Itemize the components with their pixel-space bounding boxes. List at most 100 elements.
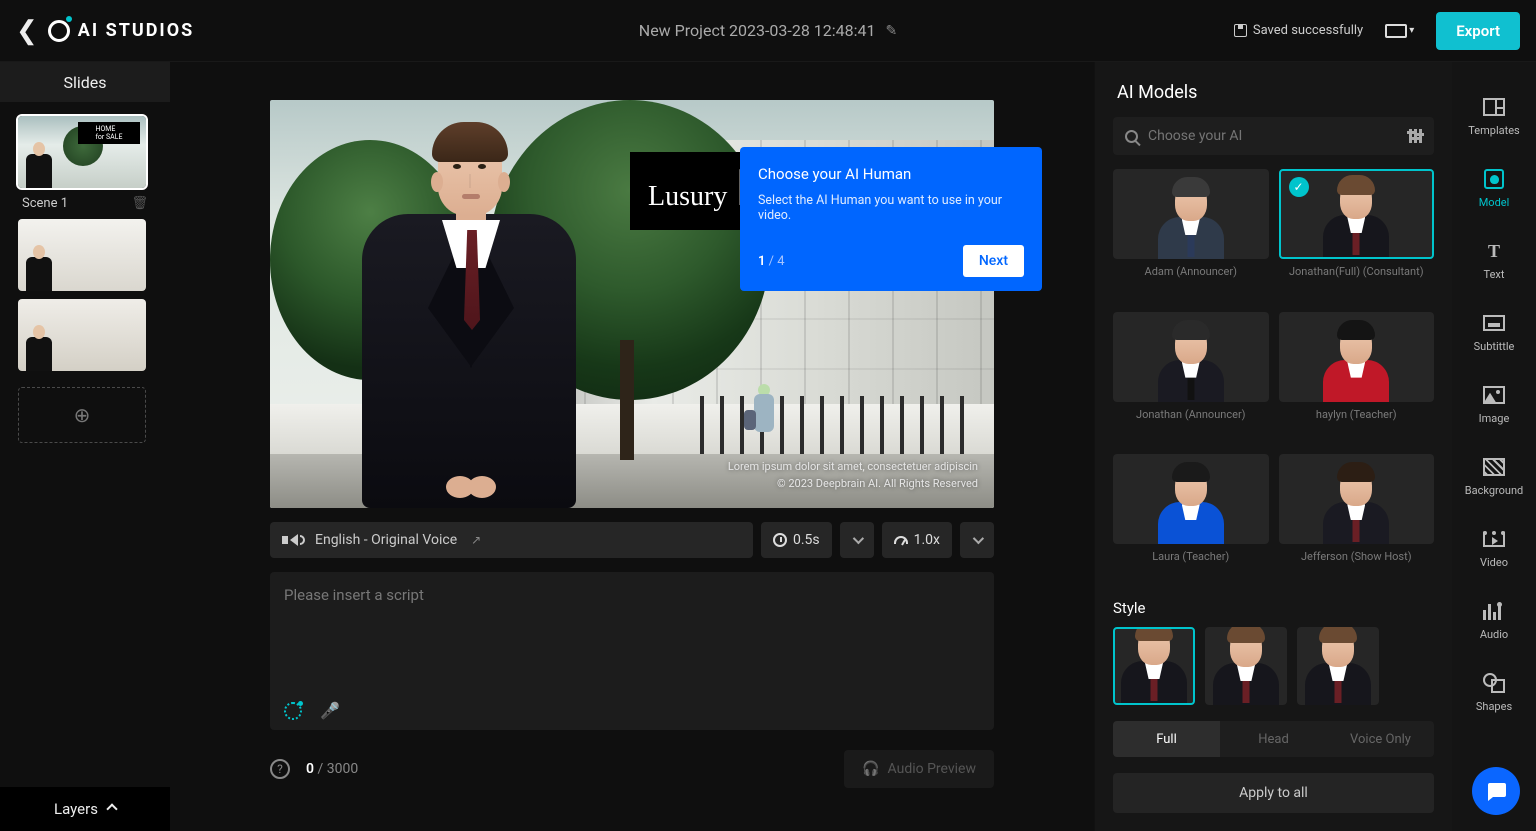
filter-icon[interactable] [1409, 129, 1422, 143]
model-card[interactable] [1113, 169, 1269, 259]
project-title: New Project 2023-03-28 12:48:41 [639, 21, 876, 40]
logo-mark-icon [48, 20, 70, 42]
segment-head[interactable]: Head [1220, 721, 1327, 757]
ai-assist-button[interactable] [284, 702, 302, 720]
tool-subtitle[interactable]: Subtittle [1461, 304, 1527, 360]
segment-full[interactable]: Full [1113, 721, 1220, 757]
style-card[interactable] [1113, 627, 1195, 705]
right-panel-title: AI Models [1095, 62, 1452, 117]
layers-label: Layers [54, 800, 98, 818]
speed-control[interactable]: 1.0x [882, 522, 952, 558]
shapes-icon [1482, 671, 1506, 695]
add-slide-button[interactable]: ⊕ [18, 387, 146, 443]
model-search-input[interactable] [1148, 128, 1399, 144]
slide-thumb-3[interactable] [18, 299, 146, 371]
save-status: Saved successfully [1234, 23, 1363, 38]
tool-label: Text [1484, 268, 1505, 281]
tool-image[interactable]: Image [1461, 376, 1527, 432]
credit-line-2: © 2023 Deepbrain AI. All Rights Reserved [728, 476, 978, 493]
search-icon [1125, 130, 1138, 143]
gauge-icon [894, 536, 908, 544]
character-count: 0 / 3000 [306, 761, 358, 777]
style-card[interactable] [1205, 627, 1287, 705]
templates-icon [1482, 95, 1506, 119]
style-card[interactable] [1297, 627, 1379, 705]
delete-scene-button[interactable]: 🗑 [131, 196, 148, 211]
tool-model[interactable]: Model [1461, 160, 1527, 216]
tool-label: Video [1480, 556, 1508, 569]
edit-title-button[interactable]: ✎ [885, 23, 897, 39]
script-footer: ? 0 / 3000 🎧 Audio Preview [270, 750, 994, 788]
model-card[interactable] [1279, 312, 1435, 402]
model-card[interactable]: ✓ [1279, 169, 1435, 259]
credit-line-1: Lorem ipsum dolor sit amet, consectetuer… [728, 459, 978, 476]
style-row [1113, 627, 1434, 705]
open-external-icon: ↗ [471, 533, 481, 547]
slides-header: Slides [0, 62, 170, 102]
model-cell: ✓ Jonathan(Full) (Consultant) [1279, 169, 1435, 302]
tool-label: Audio [1480, 628, 1508, 641]
speed-dropdown[interactable] [960, 522, 994, 558]
export-button[interactable]: Export [1436, 12, 1520, 50]
project-title-group: New Project 2023-03-28 12:48:41 ✎ [639, 21, 897, 40]
tool-shapes[interactable]: Shapes [1461, 664, 1527, 720]
script-placeholder: Please insert a script [284, 586, 980, 604]
microphone-button[interactable]: 🎤 [320, 701, 340, 720]
tool-label: Templates [1468, 124, 1519, 137]
center-area: Lusury HOME Lorem ips [170, 62, 1094, 831]
layers-toggle[interactable]: Layers [0, 787, 170, 831]
tool-label: Subtittle [1474, 340, 1515, 353]
ai-human-on-canvas[interactable] [346, 116, 586, 508]
tool-background[interactable]: Background [1461, 448, 1527, 504]
style-title: Style [1113, 599, 1434, 617]
audio-icon [1482, 599, 1506, 623]
tool-templates[interactable]: Templates [1461, 88, 1527, 144]
duration-dropdown[interactable] [840, 522, 874, 558]
help-button[interactable]: ? [270, 759, 290, 779]
device-preview-toggle[interactable]: ▾ [1381, 20, 1418, 42]
model-name-label: Jefferson (Show Host) [1279, 550, 1435, 563]
model-card[interactable] [1113, 454, 1269, 544]
caret-down-icon: ▾ [1409, 25, 1414, 36]
script-input[interactable]: Please insert a script 🎤 [270, 572, 994, 730]
back-button[interactable]: ❮ [16, 16, 48, 46]
background-icon [1482, 455, 1506, 479]
tooltip-next-button[interactable]: Next [963, 245, 1024, 277]
model-cell: Jefferson (Show Host) [1279, 454, 1435, 587]
model-cell: Adam (Announcer) [1113, 169, 1269, 302]
model-card[interactable] [1113, 312, 1269, 402]
tool-text[interactable]: T Text [1461, 232, 1527, 288]
chevron-down-icon [973, 533, 984, 544]
speed-value: 1.0x [914, 532, 940, 548]
tool-audio[interactable]: Audio [1461, 592, 1527, 648]
app-logo[interactable]: AI STUDIOS [48, 20, 194, 42]
tooltip-body: Select the AI Human you want to use in y… [758, 193, 1024, 223]
tool-video[interactable]: Video [1461, 520, 1527, 576]
slide-thumb-1[interactable]: HOMEfor SALE [18, 116, 146, 188]
audio-preview-label: Audio Preview [888, 761, 976, 777]
slide-thumbnails: HOMEfor SALE Scene 1 🗑 ⊕ [0, 102, 170, 457]
tool-label: Model [1479, 196, 1510, 209]
tool-label: Background [1465, 484, 1523, 497]
model-card[interactable] [1279, 454, 1435, 544]
apply-to-all-button[interactable]: Apply to all [1113, 773, 1434, 813]
audio-preview-button[interactable]: 🎧 Audio Preview [844, 750, 994, 788]
duration-control[interactable]: 0.5s [761, 522, 832, 558]
chevron-down-icon [852, 533, 863, 544]
brand-name: AI STUDIOS [78, 20, 194, 41]
language-selector[interactable]: English - Original Voice ↗ [270, 522, 753, 558]
chat-fab[interactable] [1472, 767, 1520, 815]
selected-badge-icon: ✓ [1289, 177, 1309, 197]
tooltip-title: Choose your AI Human [758, 165, 1024, 183]
model-name-label: Jonathan(Full) (Consultant) [1279, 265, 1435, 278]
model-cell: Jonathan (Announcer) [1113, 312, 1269, 445]
chat-icon [1484, 779, 1508, 803]
model-name-label: Jonathan (Announcer) [1113, 408, 1269, 421]
tool-label: Image [1479, 412, 1510, 425]
model-search[interactable] [1113, 117, 1434, 155]
style-segment: FullHeadVoice Only [1113, 721, 1434, 757]
style-section: Style [1095, 587, 1452, 705]
text-icon: T [1482, 239, 1506, 263]
slide-thumb-2[interactable] [18, 219, 146, 291]
segment-voice-only[interactable]: Voice Only [1327, 721, 1434, 757]
